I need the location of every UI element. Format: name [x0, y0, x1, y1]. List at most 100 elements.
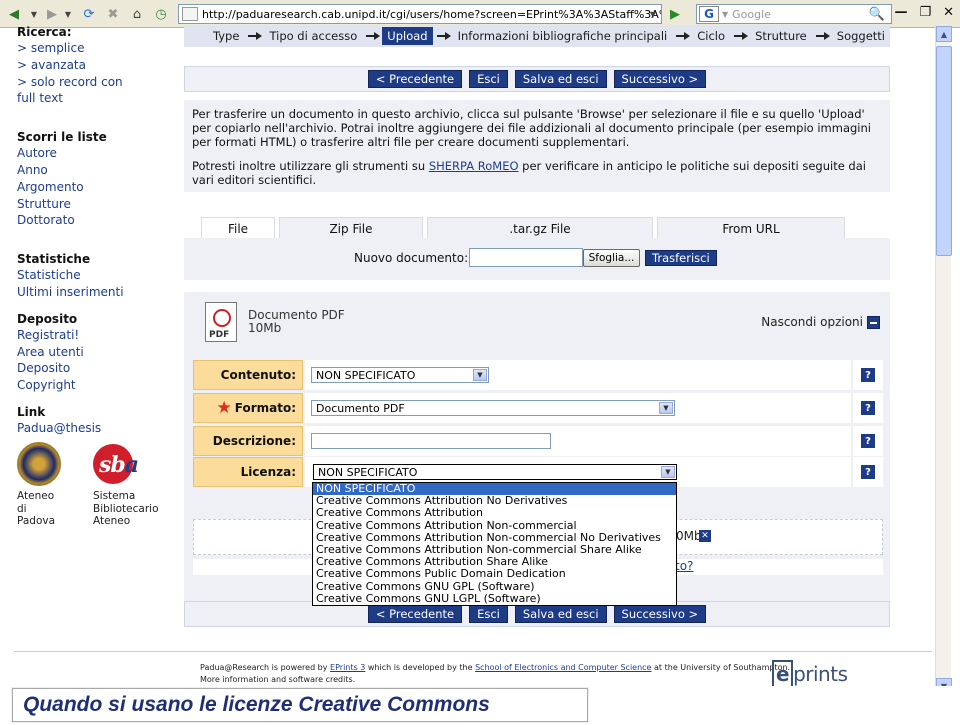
- field-row-contenuto: Contenuto: NON SPECIFICATO ▼ ?: [193, 360, 883, 390]
- sidebar-item-area-utenti[interactable]: Area utenti: [17, 344, 177, 361]
- sherpa-paragraph: Potresti inoltre utilizzare gli strument…: [192, 159, 866, 187]
- save-exit-button[interactable]: Salva ed esci: [514, 605, 607, 623]
- step-type[interactable]: Type: [208, 27, 244, 45]
- address-dropdown-icon[interactable]: ▼: [646, 5, 660, 23]
- history-icon[interactable]: ◷: [152, 5, 170, 23]
- save-exit-button[interactable]: Salva ed esci: [514, 70, 607, 88]
- sidebar-link-simple-search[interactable]: > semplice: [17, 40, 177, 57]
- step-strutture[interactable]: Strutture: [750, 27, 812, 45]
- sidebar-link-fulltext-search[interactable]: > solo record con: [17, 74, 177, 91]
- ecs-link[interactable]: School of Electronics and Computer Scien…: [475, 663, 651, 672]
- sidebar-item-argomento[interactable]: Argomento: [17, 179, 177, 196]
- licenza-select[interactable]: NON SPECIFICATO ▼: [313, 464, 677, 480]
- sidebar-item-autore[interactable]: Autore: [17, 145, 177, 162]
- sidebar-link-fulltext-search-cont[interactable]: full text: [17, 90, 177, 107]
- help-icon[interactable]: ?: [861, 368, 875, 382]
- next-button[interactable]: Successivo >: [613, 70, 707, 88]
- step-arrow-icon: [676, 31, 691, 41]
- vertical-scrollbar[interactable]: ▲ ▼: [935, 26, 952, 694]
- forward-icon[interactable]: ▶: [44, 5, 60, 23]
- eprints-logo[interactable]: e prints: [772, 660, 848, 688]
- descrizione-label: Descrizione:: [193, 426, 303, 456]
- back-dropdown-icon[interactable]: ▼: [28, 5, 40, 23]
- ateneo-padova-caption: Ateneo di Padova: [17, 490, 56, 527]
- sba-logo[interactable]: sba: [93, 444, 149, 488]
- google-icon[interactable]: G: [699, 6, 719, 22]
- footer-credits[interactable]: More information and software credits.: [200, 674, 790, 686]
- reload-icon[interactable]: ⟳: [80, 5, 98, 23]
- license-option[interactable]: Creative Commons GNU GPL (Software): [313, 580, 676, 593]
- sidebar: Ricerca: > semplice > avanzata > solo re…: [17, 24, 177, 437]
- ateneo-padova-logo[interactable]: [17, 442, 61, 486]
- upload-tabs: File Zip File .tar.gz File From URL: [201, 217, 873, 239]
- help-icon[interactable]: ?: [861, 434, 875, 448]
- tab-file[interactable]: File: [201, 217, 275, 239]
- sidebar-item-dottorato[interactable]: Dottorato: [17, 212, 177, 229]
- sidebar-item-padua-thesis[interactable]: Padua@thesis: [17, 420, 177, 437]
- upload-button[interactable]: Trasferisci: [645, 250, 717, 266]
- license-option[interactable]: Creative Commons GNU LGPL (Software): [313, 592, 676, 605]
- sidebar-item-strutture[interactable]: Strutture: [17, 196, 177, 213]
- eprints-link[interactable]: EPrints 3: [330, 663, 365, 672]
- page-footer: Padua@Research is powered by EPrints 3 w…: [14, 651, 932, 689]
- sidebar-item-copyright[interactable]: Copyright: [17, 377, 177, 394]
- formato-select[interactable]: Documento PDF ▼: [311, 400, 675, 416]
- stop-icon[interactable]: ✖: [104, 5, 122, 23]
- tab-zip-file[interactable]: Zip File: [279, 217, 423, 239]
- forward-dropdown-icon[interactable]: ▼: [62, 5, 74, 23]
- prev-button[interactable]: < Precedente: [367, 605, 463, 623]
- sidebar-item-anno[interactable]: Anno: [17, 162, 177, 179]
- sidebar-stats-title: Statistiche: [17, 252, 91, 267]
- step-tipo-accesso[interactable]: Tipo di accesso: [264, 27, 362, 45]
- window-controls: — ❐ ✕: [894, 5, 954, 20]
- sherpa-romeo-link[interactable]: SHERPA RoMEO: [429, 159, 519, 173]
- exit-button[interactable]: Esci: [469, 605, 508, 623]
- restore-icon[interactable]: ❐: [919, 5, 931, 20]
- license-option[interactable]: Creative Commons Public Domain Dedicatio…: [313, 568, 676, 580]
- step-ciclo[interactable]: Ciclo: [692, 27, 730, 45]
- license-option[interactable]: Creative Commons Attribution: [313, 507, 676, 519]
- go-icon[interactable]: ▶: [666, 5, 684, 23]
- sidebar-link-advanced-search[interactable]: > avanzata: [17, 57, 177, 74]
- sidebar-item-registrati[interactable]: Registrati!: [17, 327, 177, 344]
- sidebar-item-statistiche[interactable]: Statistiche: [17, 267, 177, 284]
- scroll-up-icon[interactable]: ▲: [936, 26, 952, 42]
- field-row-descrizione: Descrizione: ?: [193, 426, 883, 456]
- browse-button[interactable]: Sfoglia...: [583, 249, 640, 267]
- step-upload[interactable]: Upload: [382, 27, 433, 45]
- tab-targz-file[interactable]: .tar.gz File: [427, 217, 653, 239]
- help-icon[interactable]: ?: [861, 401, 875, 415]
- search-icon[interactable]: 🔍: [866, 5, 888, 23]
- search-input[interactable]: G ▼ Google: [696, 4, 892, 24]
- file-path-input[interactable]: [469, 248, 583, 267]
- license-dropdown-list[interactable]: NON SPECIFICATO Creative Commons Attribu…: [312, 482, 677, 606]
- scrollbar-thumb[interactable]: [936, 46, 952, 256]
- next-button[interactable]: Successivo >: [613, 605, 707, 623]
- step-soggetti[interactable]: Soggetti: [832, 27, 890, 45]
- prev-button[interactable]: < Precedente: [367, 70, 463, 88]
- search-engine-dropdown-icon[interactable]: ▼: [722, 10, 728, 19]
- sidebar-item-ultimi-inserimenti[interactable]: Ultimi inserimenti: [17, 284, 177, 301]
- exit-button[interactable]: Esci: [469, 70, 508, 88]
- address-bar[interactable]: http://paduaresearch.cab.unipd.it/cgi/us…: [178, 4, 662, 24]
- help-link[interactable]: to?: [675, 559, 693, 573]
- search-placeholder: Google: [732, 7, 771, 21]
- minimize-icon[interactable]: —: [894, 5, 907, 20]
- descrizione-input[interactable]: [311, 433, 551, 449]
- hide-options-toggle[interactable]: Nascondi opzioni: [761, 315, 880, 329]
- slide-caption-area: Quando si usano le licenze Creative Comm…: [0, 686, 960, 725]
- contenuto-select[interactable]: NON SPECIFICATO ▼: [311, 367, 489, 383]
- chevron-down-icon: ▼: [661, 466, 675, 478]
- help-icon[interactable]: ?: [861, 465, 875, 479]
- close-icon[interactable]: ✕: [943, 5, 954, 20]
- tab-from-url[interactable]: From URL: [657, 217, 845, 239]
- license-option[interactable]: Creative Commons Attribution Non-commerc…: [313, 519, 676, 532]
- back-icon[interactable]: ◀: [6, 5, 22, 23]
- step-info-bibliografiche[interactable]: Informazioni bibliografiche principali: [453, 27, 673, 45]
- collapse-icon[interactable]: [867, 315, 880, 329]
- required-star-icon: ★: [216, 398, 232, 418]
- remove-file-icon[interactable]: ✕: [699, 530, 711, 542]
- formato-label: ★ Formato:: [193, 393, 303, 423]
- sidebar-item-deposito[interactable]: Deposito: [17, 360, 177, 377]
- home-icon[interactable]: ⌂: [128, 5, 146, 23]
